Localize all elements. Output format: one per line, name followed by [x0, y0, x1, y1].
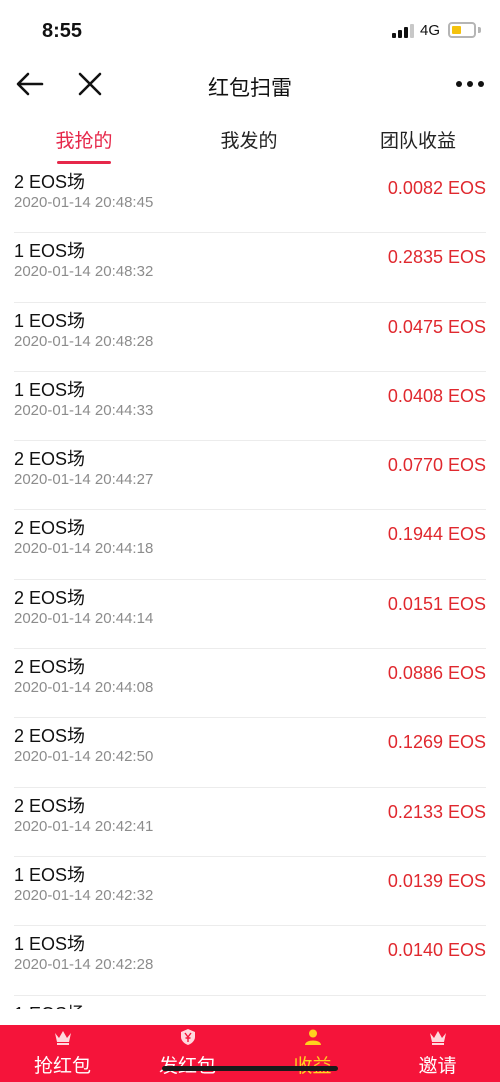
- record-time: 2020-01-14 20:44:14: [14, 609, 154, 627]
- record-amount: 0.2835 EOS: [387, 247, 486, 268]
- signal-icon: [392, 24, 414, 38]
- tabbar-item-earnings[interactable]: 收益: [250, 1025, 375, 1082]
- record-row[interactable]: 1 EOS场 2020-01-14 20:42:32 0.0139 EOS: [14, 857, 486, 927]
- bottom-tab-bar: 抢红包 发红包 收益 邀请: [0, 1025, 500, 1082]
- record-amount: 0.0139 EOS: [387, 870, 486, 891]
- battery-tip: [478, 27, 481, 33]
- record-row[interactable]: 2 EOS场 2020-01-14 20:44:18 0.1944 EOS: [14, 510, 486, 580]
- tab-sent[interactable]: 我发的: [219, 126, 279, 153]
- record-title: 1 EOS场: [14, 379, 86, 400]
- record-row[interactable]: 2 EOS场 2020-01-14 20:48:45 0.0082 EOS: [14, 164, 486, 234]
- tab-grabbed[interactable]: 我抢的: [54, 126, 114, 153]
- record-amount: 0.0886 EOS: [387, 663, 486, 684]
- record-amount: 0.0408 EOS: [387, 385, 486, 406]
- record-row[interactable]: 1 EOS场 2020-01-14 20:44:33 0.0408 EOS: [14, 372, 486, 442]
- record-time: 2020-01-14 20:44:18: [14, 540, 154, 558]
- record-time: 2020-01-14 20:42:41: [14, 817, 154, 835]
- tabbar-label: 发红包: [125, 1051, 250, 1078]
- nav-bar: 红包扫雷: [0, 62, 500, 108]
- record-amount: 0.0140 EOS: [387, 940, 486, 961]
- record-title: 1 EOS场: [14, 934, 86, 955]
- record-list[interactable]: 2 EOS场 2020-01-14 20:48:45 0.0082 EOS 1 EOS…: [0, 164, 500, 1009]
- record-amount: 0.1269 EOS: [387, 732, 486, 753]
- record-time: 2020-01-14 20:48:45: [14, 194, 154, 211]
- shield-yen-icon: [180, 1029, 195, 1045]
- home-indicator: [162, 1066, 338, 1071]
- record-title: 2 EOS场: [14, 172, 86, 192]
- record-title: 2 EOS场: [14, 449, 86, 470]
- record-time: 2020-01-14 20:42:32: [14, 886, 154, 904]
- tabbar-item-grab[interactable]: 抢红包: [0, 1025, 125, 1082]
- record-amount: 0.2133 EOS: [387, 801, 486, 822]
- record-amount: 0.1944 EOS: [387, 524, 486, 545]
- record-title: 1 EOS场: [14, 864, 86, 885]
- record-row[interactable]: 1 EOS场: [14, 996, 486, 1009]
- tabbar-item-send[interactable]: 发红包: [125, 1025, 250, 1082]
- record-row[interactable]: 2 EOS场 2020-01-14 20:44:08 0.0886 EOS: [14, 649, 486, 719]
- record-time: 2020-01-14 20:42:28: [14, 956, 154, 974]
- record-row[interactable]: 2 EOS场 2020-01-14 20:42:41 0.2133 EOS: [14, 788, 486, 857]
- status-bar: 8:55 4G: [0, 0, 500, 62]
- record-time: 2020-01-14 20:44:33: [14, 401, 154, 419]
- record-title: 1 EOS场: [14, 1000, 85, 1009]
- tabbar-item-invite[interactable]: 邀请: [375, 1025, 500, 1082]
- person-icon: [304, 1029, 321, 1045]
- record-row[interactable]: 1 EOS场 2020-01-14 20:42:28 0.0140 EOS: [14, 926, 486, 996]
- record-row[interactable]: 1 EOS场 2020-01-14 20:48:32 0.2835 EOS: [14, 233, 486, 303]
- record-amount: 0.0475 EOS: [387, 316, 486, 337]
- page-title: 红包扫雷: [208, 77, 292, 100]
- record-time: 2020-01-14 20:48:32: [14, 263, 154, 281]
- record-amount: 0.0082 EOS: [387, 178, 486, 198]
- tab-team-earnings[interactable]: 团队收益: [378, 126, 458, 153]
- crown-icon: [54, 1031, 71, 1045]
- record-title: 2 EOS场: [14, 518, 86, 539]
- record-title: 2 EOS场: [14, 726, 86, 747]
- record-amount: 0.0151 EOS: [387, 593, 486, 614]
- record-title: 2 EOS场: [14, 587, 86, 608]
- tabbar-label: 抢红包: [33, 1056, 91, 1077]
- tabbar-label: 邀请: [418, 1056, 457, 1077]
- record-title: 1 EOS场: [14, 310, 86, 331]
- tab-bar: 我抢的 我发的 团队收益: [0, 118, 500, 164]
- record-title: 2 EOS场: [14, 657, 86, 678]
- record-row[interactable]: 2 EOS场 2020-01-14 20:44:14 0.0151 EOS: [14, 580, 486, 650]
- record-row[interactable]: 1 EOS场 2020-01-14 20:48:28 0.0475 EOS: [14, 303, 486, 372]
- record-time: 2020-01-14 20:42:50: [14, 748, 154, 766]
- tabbar-label: 收益: [250, 1051, 375, 1078]
- more-icon[interactable]: [452, 81, 488, 89]
- record-row[interactable]: 2 EOS场 2020-01-14 20:44:27 0.0770 EOS: [14, 441, 486, 511]
- record-time: 2020-01-14 20:44:08: [14, 679, 154, 697]
- network-type: 4G: [420, 22, 441, 39]
- status-time: 8:55: [42, 20, 83, 42]
- record-title: 1 EOS场: [14, 241, 86, 262]
- record-time: 2020-01-14 20:44:27: [14, 471, 154, 489]
- record-row[interactable]: 2 EOS场 2020-01-14 20:42:50 0.1269 EOS: [14, 718, 486, 788]
- record-title: 2 EOS场: [14, 795, 86, 816]
- record-time: 2020-01-14 20:48:28: [14, 332, 154, 350]
- battery-icon: [448, 22, 476, 38]
- crown-icon: [429, 1031, 446, 1045]
- record-amount: 0.0770 EOS: [387, 455, 486, 476]
